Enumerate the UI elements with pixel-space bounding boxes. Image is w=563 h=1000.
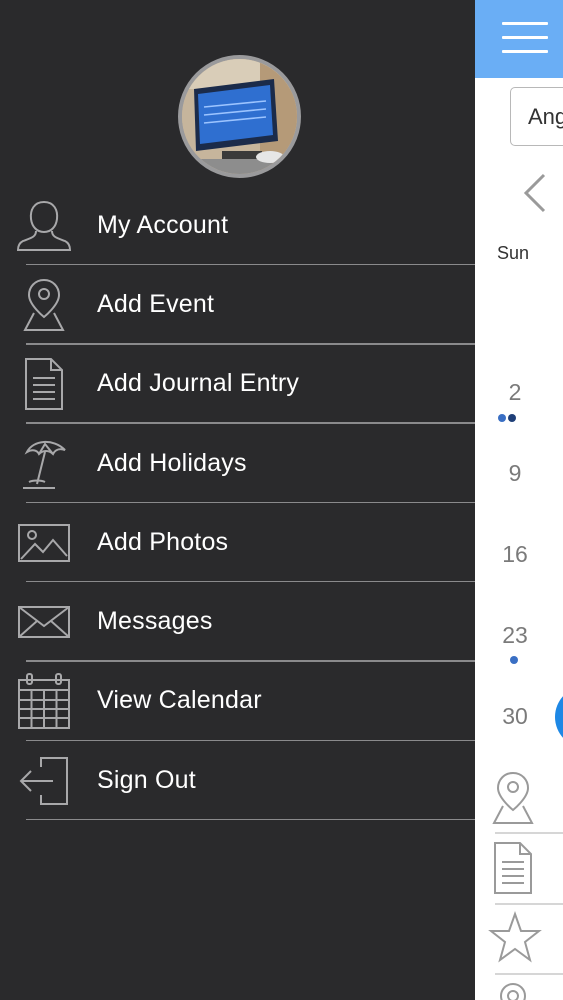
menu-label: View Calendar — [97, 686, 262, 715]
chevron-left-icon[interactable] — [520, 171, 550, 215]
menu-item-add-event[interactable]: Add Event — [0, 265, 475, 345]
menu-label: Add Journal Entry — [97, 369, 300, 398]
event-dot — [508, 414, 516, 422]
menu-item-add-photos[interactable]: Add Photos — [0, 503, 475, 583]
document-icon — [14, 354, 74, 414]
menu-item-my-account[interactable]: My Account — [0, 186, 475, 266]
menu-item-messages[interactable]: Messages — [0, 582, 475, 662]
menu-item-view-calendar[interactable]: View Calendar — [0, 662, 475, 742]
location-icon[interactable] — [491, 980, 535, 1000]
hamburger-menu-icon[interactable] — [502, 22, 548, 54]
top-bar — [475, 0, 563, 78]
divider — [495, 832, 563, 834]
today-highlight[interactable] — [555, 686, 563, 748]
calendar-select-value: Ang — [528, 104, 563, 129]
drawer-menu: My Account Add Event Add Journal Entry A… — [0, 186, 475, 821]
document-icon[interactable] — [491, 840, 535, 896]
beach-umbrella-icon — [14, 434, 74, 494]
calendar-select[interactable]: Ang — [510, 87, 563, 146]
menu-label: My Account — [97, 210, 229, 239]
event-dot — [498, 414, 506, 422]
avatar[interactable] — [178, 55, 301, 178]
star-icon[interactable] — [487, 910, 543, 966]
calendar-day[interactable]: 2 — [499, 379, 531, 406]
map-pin-icon[interactable] — [491, 770, 535, 826]
side-drawer: My Account Add Event Add Journal Entry A… — [0, 0, 475, 1000]
menu-label: Add Photos — [97, 527, 229, 556]
menu-label: Messages — [97, 607, 213, 636]
divider — [495, 903, 563, 905]
menu-item-add-holidays[interactable]: Add Holidays — [0, 424, 475, 504]
event-dots — [510, 656, 518, 664]
person-icon — [14, 196, 74, 256]
divider — [26, 818, 475, 821]
divider — [495, 973, 563, 975]
profile-photo — [182, 59, 297, 174]
menu-label: Add Event — [97, 289, 215, 318]
weekday-header: Sun — [497, 243, 530, 263]
event-dot — [510, 656, 518, 664]
calendar-day[interactable]: 30 — [499, 703, 531, 730]
image-icon — [14, 513, 74, 573]
envelope-icon — [14, 592, 74, 652]
map-pin-icon — [14, 275, 74, 335]
menu-label: Add Holidays — [97, 448, 247, 477]
sign-out-icon — [14, 751, 74, 811]
menu-label: Sign Out — [97, 765, 196, 794]
calendar-day[interactable]: 16 — [499, 541, 531, 568]
menu-item-sign-out[interactable]: Sign Out — [0, 741, 475, 821]
menu-item-add-journal-entry[interactable]: Add Journal Entry — [0, 345, 475, 424]
main-content: Ang Sun 2 9 16 23 30 — [475, 0, 563, 1000]
calendar-icon — [14, 671, 74, 731]
event-dots — [498, 414, 516, 422]
calendar-day[interactable]: 9 — [499, 460, 531, 487]
calendar-day[interactable]: 23 — [499, 622, 531, 649]
